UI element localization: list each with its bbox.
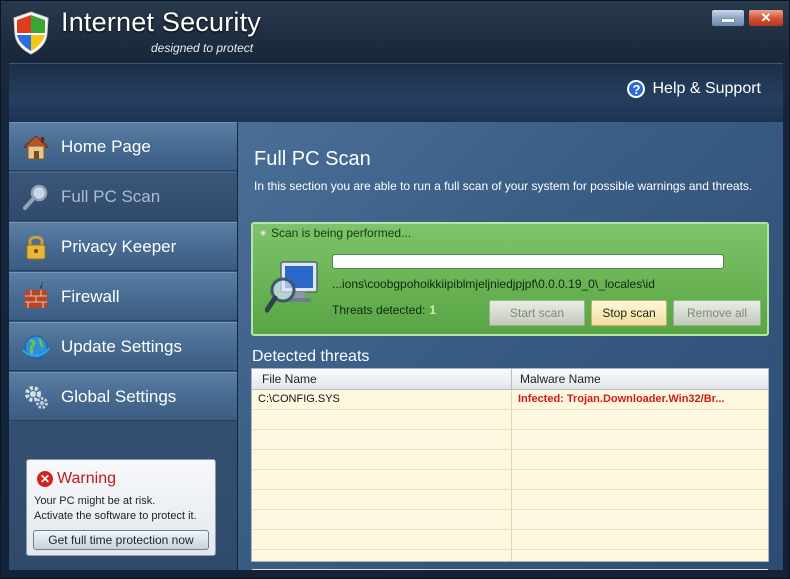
sidebar-item-label: Full PC Scan	[61, 186, 161, 206]
sidebar-item-label: Update Settings	[61, 336, 182, 356]
minimize-button[interactable]	[711, 9, 745, 27]
magnifier-icon	[21, 182, 51, 212]
sidebar-item-label: Home Page	[61, 136, 151, 156]
table-row-empty	[252, 510, 768, 530]
sidebar-item-home-page[interactable]: Home Page	[9, 122, 237, 171]
help-icon: ?	[627, 80, 646, 98]
error-icon: ✕	[37, 471, 53, 487]
column-separator	[511, 369, 512, 389]
sidebar-item-label: Firewall	[61, 286, 120, 306]
brick-wall-icon	[21, 281, 51, 312]
close-button[interactable]: ✕	[748, 9, 784, 27]
scan-panel: Scan is being performed... ...ions\coobg…	[251, 222, 769, 336]
warning-text: Your PC might be at risk. Activate the s…	[34, 494, 197, 524]
table-row-empty	[252, 410, 768, 430]
sidebar: Home Page Full PC Scan Privacy Keeper Fi…	[9, 122, 237, 570]
house-icon	[21, 132, 51, 162]
app-title: Internet Security	[61, 7, 261, 37]
status-dot-icon	[259, 229, 267, 237]
scan-status-text: Scan is being performed...	[271, 226, 412, 240]
scan-status: Scan is being performed...	[259, 226, 411, 240]
table-row-empty	[252, 490, 768, 510]
padlock-icon	[21, 232, 51, 262]
warning-title-text: Warning	[57, 470, 116, 487]
title-bar: Internet Security designed to protect ✕	[1, 1, 789, 61]
table-row[interactable]: C:\CONFIG.SYS Infected: Trojan.Downloade…	[252, 390, 768, 410]
sidebar-item-label: Global Settings	[61, 386, 177, 406]
warning-line-1: Your PC might be at risk.	[34, 495, 156, 507]
warning-line-2: Activate the software to protect it.	[34, 510, 197, 522]
sidebar-item-update-settings[interactable]: Update Settings	[9, 322, 237, 371]
cell-malware-name: Infected: Trojan.Downloader.Win32/Br...	[518, 393, 725, 405]
threats-table: File Name Malware Name C:\CONFIG.SYS Inf…	[251, 368, 769, 570]
scan-current-path: ...ions\coobgpohoikkiipiblmjeljniedjpjpf…	[332, 277, 655, 291]
warning-box: ✕ Warning Your PC might be at risk. Acti…	[26, 459, 216, 556]
column-header-file-name[interactable]: File Name	[262, 372, 317, 386]
header-band: ? Help & Support	[9, 63, 783, 122]
detected-threats-title: Detected threats	[252, 348, 370, 365]
table-row-empty	[252, 550, 768, 570]
globe-icon	[21, 332, 51, 362]
table-row-empty	[252, 430, 768, 450]
page-title: Full PC Scan	[254, 148, 371, 170]
sidebar-item-global-settings[interactable]: Global Settings	[9, 372, 237, 421]
close-icon: ✕	[760, 10, 772, 25]
warning-title: ✕ Warning	[37, 470, 116, 488]
app-window: Internet Security designed to protect ✕ …	[0, 0, 790, 579]
sidebar-item-firewall[interactable]: Firewall	[9, 272, 237, 321]
stop-scan-button[interactable]: Stop scan	[591, 300, 667, 326]
threats-count: 1	[429, 303, 437, 317]
scan-progress-bar	[332, 254, 724, 269]
table-row-empty	[252, 450, 768, 470]
cell-file-name: C:\CONFIG.SYS	[258, 393, 340, 405]
table-header: File Name Malware Name	[252, 369, 768, 390]
start-scan-button[interactable]: Start scan	[489, 300, 585, 326]
main-panel: Full PC Scan In this section you are abl…	[238, 122, 783, 570]
threats-detected: Threats detected: 1	[332, 303, 436, 317]
shield-logo-icon	[13, 11, 49, 55]
minimize-icon	[722, 19, 734, 22]
sidebar-item-label: Privacy Keeper	[61, 236, 177, 256]
table-row-empty	[252, 470, 768, 490]
gears-icon	[21, 382, 51, 412]
remove-all-button[interactable]: Remove all	[673, 300, 761, 326]
threats-detected-label: Threats detected:	[332, 303, 426, 317]
sidebar-item-privacy-keeper[interactable]: Privacy Keeper	[9, 222, 237, 271]
get-protection-button[interactable]: Get full time protection now	[33, 530, 209, 550]
help-support-link[interactable]: ? Help & Support	[627, 80, 761, 98]
page-description: In this section you are able to run a fu…	[254, 179, 753, 193]
computer-scan-icon	[265, 261, 318, 313]
table-row-empty	[252, 530, 768, 550]
app-subtitle: designed to protect	[151, 41, 254, 55]
help-label: Help & Support	[652, 80, 761, 97]
column-header-malware-name[interactable]: Malware Name	[520, 372, 601, 386]
sidebar-item-full-pc-scan[interactable]: Full PC Scan	[9, 172, 237, 221]
